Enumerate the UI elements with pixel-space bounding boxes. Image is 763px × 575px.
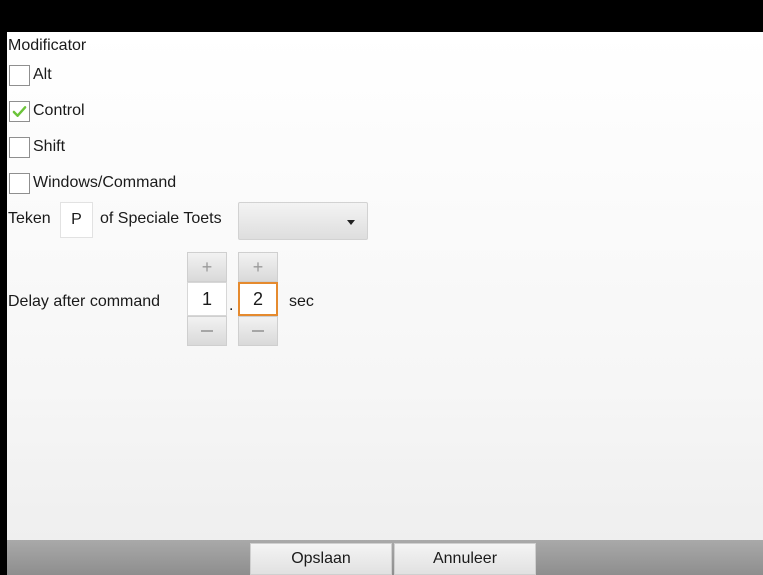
alt-checkbox[interactable] bbox=[9, 64, 30, 86]
tenths-plus-button[interactable]: + bbox=[238, 252, 278, 282]
action-bar-border bbox=[6, 540, 7, 575]
decimal-separator: . bbox=[229, 297, 234, 314]
modifier-alt[interactable]: Alt bbox=[9, 63, 52, 87]
tenths-stepper: + 2 bbox=[238, 252, 278, 346]
title-bar bbox=[0, 0, 763, 32]
delay-unit-label: sec bbox=[289, 293, 314, 310]
chevron-down-icon bbox=[347, 220, 355, 225]
alt-label: Alt bbox=[33, 66, 52, 83]
modifier-control[interactable]: Control bbox=[9, 99, 85, 123]
seconds-plus-button[interactable]: + bbox=[187, 252, 227, 282]
control-label: Control bbox=[33, 102, 85, 119]
cancel-button[interactable]: Annuleer bbox=[394, 543, 536, 575]
shift-checkbox[interactable] bbox=[9, 136, 30, 158]
dialog-panel bbox=[6, 32, 763, 540]
seconds-value[interactable]: 1 bbox=[187, 282, 227, 316]
plus-icon: + bbox=[201, 256, 213, 277]
windows-command-label: Windows/Command bbox=[33, 174, 177, 191]
save-button[interactable]: Opslaan bbox=[250, 543, 392, 575]
checkmark-icon bbox=[12, 105, 27, 117]
panel-border bbox=[6, 32, 7, 540]
delay-label: Delay after command bbox=[8, 293, 161, 310]
key-input[interactable]: P bbox=[60, 202, 93, 238]
modifier-section-title: Modificator bbox=[8, 37, 87, 54]
modifier-shift[interactable]: Shift bbox=[9, 135, 65, 159]
special-key-label: of Speciale Toets bbox=[100, 210, 222, 227]
key-label: Teken bbox=[8, 210, 51, 227]
modifier-windows-command[interactable]: Windows/Command bbox=[9, 171, 176, 195]
seconds-minus-button[interactable] bbox=[187, 316, 227, 346]
seconds-stepper: + 1 bbox=[187, 252, 227, 346]
minus-icon bbox=[252, 330, 264, 332]
minus-icon bbox=[201, 330, 213, 332]
plus-icon: + bbox=[252, 256, 264, 277]
shift-label: Shift bbox=[33, 138, 66, 155]
control-checkbox[interactable] bbox=[9, 100, 30, 122]
special-key-dropdown[interactable] bbox=[238, 202, 368, 240]
tenths-value[interactable]: 2 bbox=[238, 282, 278, 316]
tenths-minus-button[interactable] bbox=[238, 316, 278, 346]
windows-command-checkbox[interactable] bbox=[9, 172, 30, 194]
